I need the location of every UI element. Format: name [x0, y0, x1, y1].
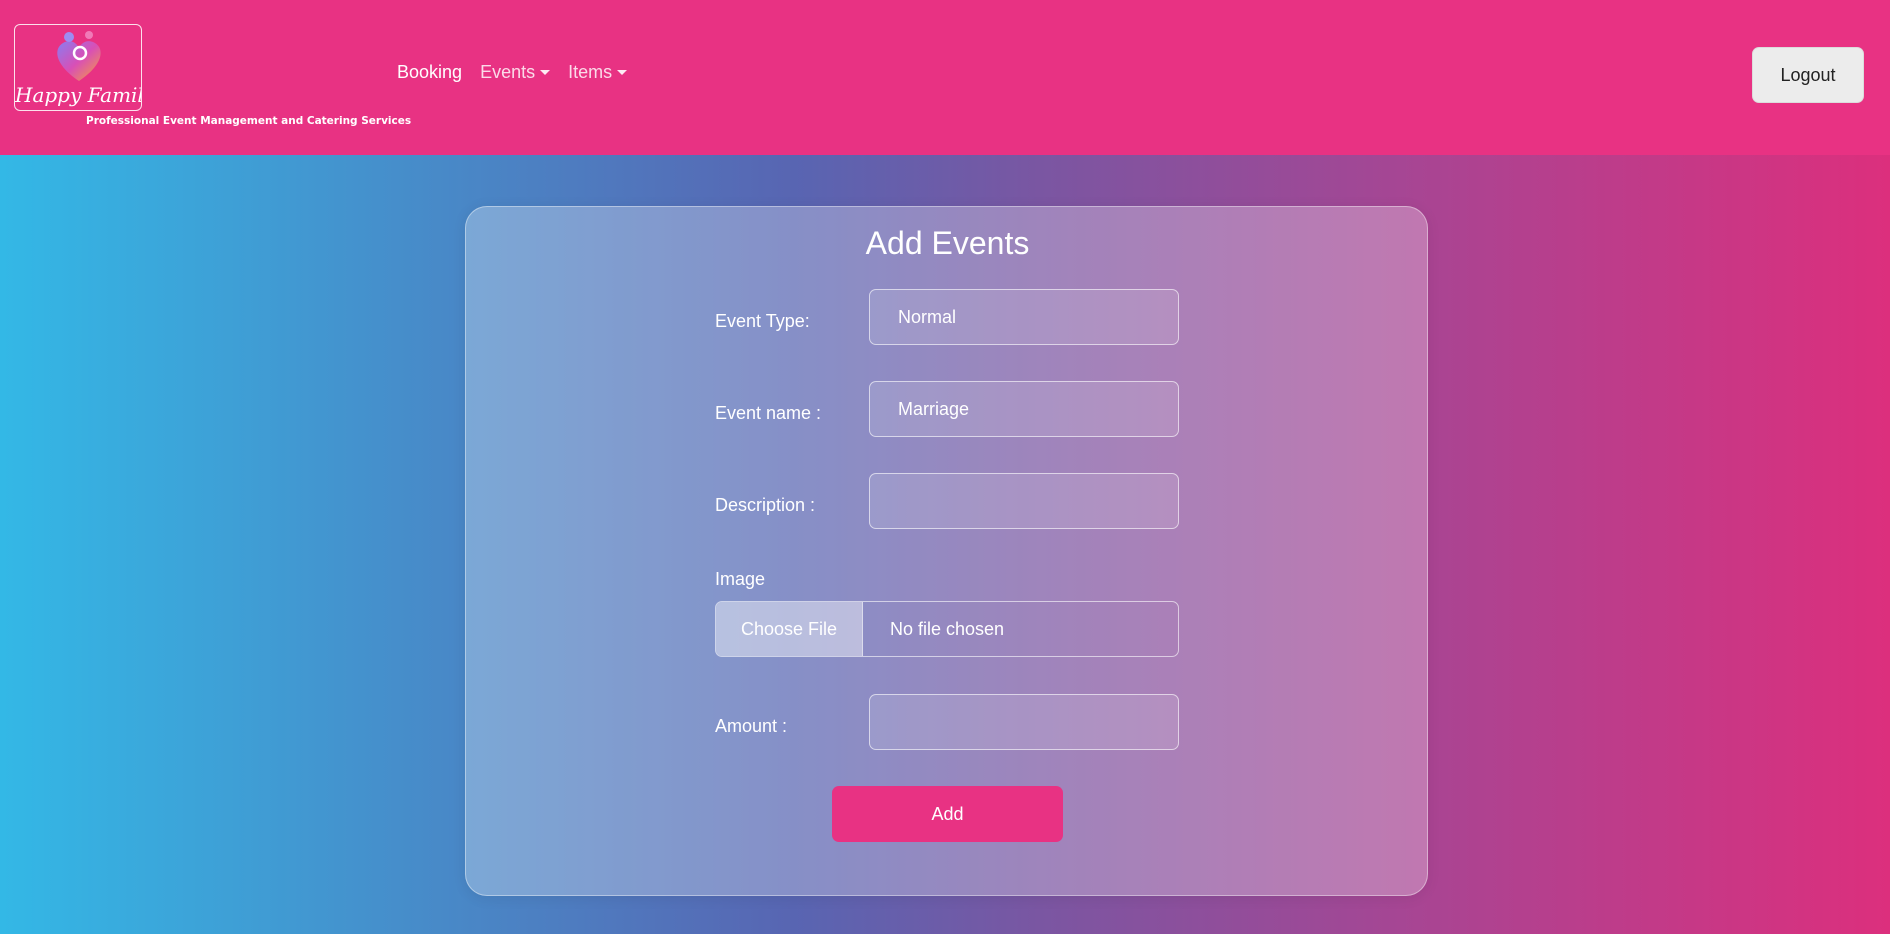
navbar: Happy Family Professional Event Manageme… — [0, 0, 1890, 155]
event-name-input[interactable]: Marriage — [869, 381, 1179, 437]
nav-events-dropdown[interactable]: Events — [480, 62, 551, 83]
event-type-label: Event Type: — [715, 311, 810, 331]
brand-tagline: Professional Event Management and Cateri… — [86, 115, 412, 127]
amount-input[interactable] — [869, 694, 1179, 750]
nav-events-label: Events — [480, 62, 536, 82]
amount-label: Amount : — [715, 716, 788, 736]
nav-items-label: Items — [568, 62, 613, 82]
nav-items-dropdown[interactable]: Items — [568, 62, 628, 83]
add-event-card: Add Events Event Type: Normal Event name… — [465, 206, 1428, 896]
event-name-label: Event name : — [715, 403, 822, 423]
brand-logo[interactable]: Happy Family — [14, 24, 142, 111]
image-file-input[interactable]: Choose File No file chosen — [715, 601, 1179, 657]
image-label: Image — [715, 569, 766, 589]
page-title: Add Events — [865, 225, 1030, 261]
logo-text: Happy Family — [15, 83, 142, 107]
heart-family-icon — [57, 31, 101, 81]
file-status-text: No file chosen — [890, 618, 1005, 639]
caret-down-icon — [617, 70, 628, 75]
choose-file-button[interactable]: Choose File — [716, 602, 863, 656]
add-button[interactable]: Add — [832, 786, 1063, 842]
logout-button[interactable]: Logout — [1752, 47, 1864, 103]
main-nav: Booking Events Items — [397, 62, 628, 83]
event-type-input[interactable]: Normal — [869, 289, 1179, 345]
nav-booking-label: Booking — [397, 62, 463, 82]
nav-booking-link[interactable]: Booking — [397, 62, 462, 83]
caret-down-icon — [540, 70, 551, 75]
description-label: Description : — [715, 495, 816, 515]
description-input[interactable] — [869, 473, 1179, 529]
